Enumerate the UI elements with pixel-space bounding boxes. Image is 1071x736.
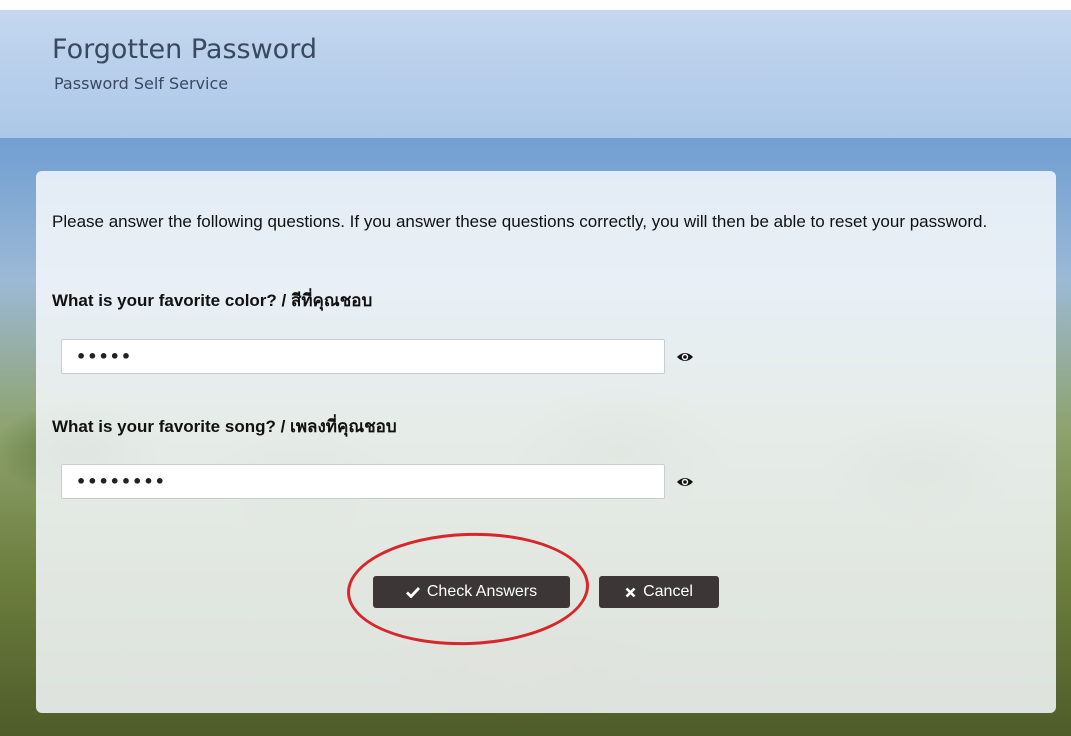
cancel-label: Cancel xyxy=(643,583,693,600)
check-answers-button[interactable]: Check Answers xyxy=(373,576,570,608)
page-title: Forgotten Password xyxy=(52,34,317,65)
x-icon xyxy=(625,587,636,597)
answer-field-color[interactable] xyxy=(61,339,665,374)
cancel-button[interactable]: Cancel xyxy=(599,576,719,608)
question-label-color: What is your favorite color? / สีที่คุณช… xyxy=(52,291,373,310)
eye-icon[interactable] xyxy=(676,475,694,489)
answer-field-song[interactable] xyxy=(61,464,665,499)
page-subtitle: Password Self Service xyxy=(54,74,229,93)
answer-input-color[interactable] xyxy=(62,340,664,373)
top-strip xyxy=(0,0,1071,10)
form-card: Please answer the following questions. I… xyxy=(36,171,1056,713)
check-answers-label: Check Answers xyxy=(426,583,538,600)
check-icon xyxy=(405,587,420,598)
question-label-song: What is your favorite song? / เพลงที่คุณ… xyxy=(52,417,397,436)
answer-input-song[interactable] xyxy=(62,465,664,498)
instructions-text: Please answer the following questions. I… xyxy=(52,212,988,231)
eye-icon[interactable] xyxy=(676,350,694,364)
page-header: Forgotten Password Password Self Service xyxy=(0,10,1071,138)
